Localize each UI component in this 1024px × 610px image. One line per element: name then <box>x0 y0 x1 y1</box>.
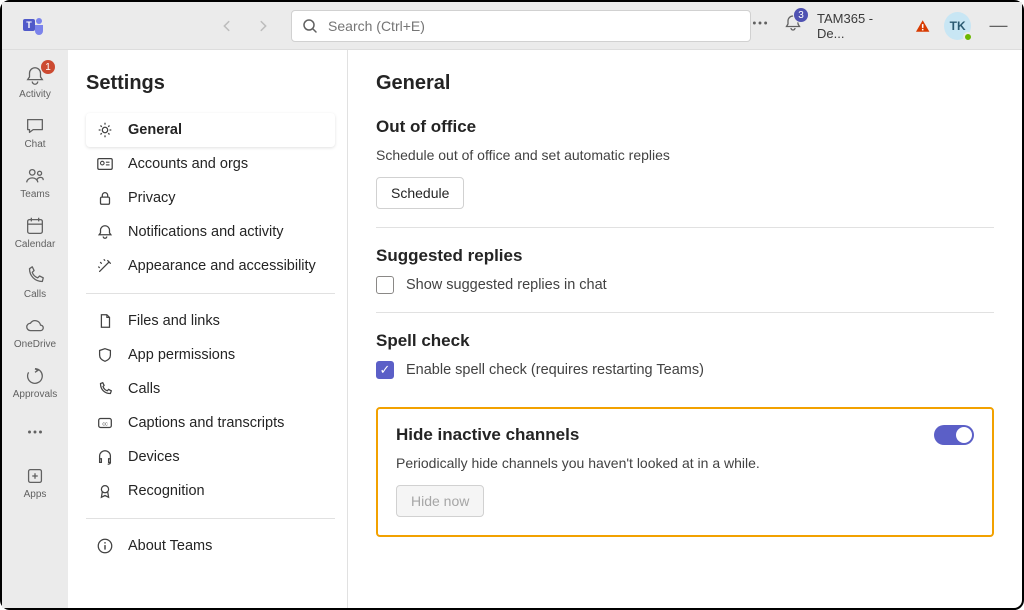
shield-icon <box>96 346 114 364</box>
nav-appearance[interactable]: Appearance and accessibility <box>86 249 335 283</box>
search-input[interactable] <box>328 18 740 34</box>
more-button[interactable] <box>751 14 769 37</box>
approvals-icon <box>24 365 46 387</box>
bell-icon <box>96 223 114 241</box>
nav-general[interactable]: General <box>86 113 335 147</box>
hide-desc: Periodically hide channels you haven't l… <box>396 455 974 471</box>
magic-wand-icon <box>96 257 114 275</box>
title-bar: T 3 TAM365 - De... TK — <box>2 2 1022 50</box>
warning-icon <box>915 18 930 34</box>
spell-checkbox-label: Enable spell check (requires restarting … <box>406 362 704 378</box>
nav-separator <box>86 293 335 294</box>
file-icon <box>96 312 114 330</box>
rail-activity[interactable]: 1 Activity <box>5 58 65 106</box>
hide-toggle[interactable] <box>934 425 974 445</box>
spell-checkbox[interactable]: ✓ <box>376 361 394 379</box>
profile-avatar[interactable]: TK <box>944 12 971 40</box>
header-right: 3 TAM365 - De... TK — <box>751 11 1012 41</box>
nav-recognition[interactable]: Recognition <box>86 474 335 508</box>
back-button[interactable] <box>213 12 241 40</box>
section-out-of-office: Out of office Schedule out of office and… <box>376 117 994 228</box>
minimize-button[interactable]: — <box>985 15 1012 36</box>
svg-text:T: T <box>26 20 32 30</box>
section-suggested-replies: Suggested replies Show suggested replies… <box>376 246 994 313</box>
more-horizontal-icon <box>24 421 46 443</box>
section-spell-check: Spell check ✓ Enable spell check (requir… <box>376 331 994 389</box>
nav-about[interactable]: About Teams <box>86 529 335 563</box>
rail-calendar[interactable]: Calendar <box>5 208 65 256</box>
chat-icon <box>24 115 46 137</box>
sugg-checkbox[interactable] <box>376 276 394 294</box>
history-nav <box>213 12 277 40</box>
search-icon <box>302 18 318 34</box>
rail-teams[interactable]: Teams <box>5 158 65 206</box>
activity-badge: 1 <box>41 60 55 74</box>
nav-privacy[interactable]: Privacy <box>86 181 335 215</box>
more-horizontal-icon <box>751 14 769 32</box>
hide-now-button[interactable]: Hide now <box>396 485 484 517</box>
search-box[interactable] <box>291 10 751 42</box>
settings-sidebar: Settings General Accounts and orgs Priva… <box>68 50 348 608</box>
people-icon <box>24 165 46 187</box>
ooo-title: Out of office <box>376 117 994 137</box>
chevron-left-icon <box>220 19 234 33</box>
rail-onedrive[interactable]: OneDrive <box>5 308 65 356</box>
teams-logo: T <box>12 14 53 38</box>
sugg-title: Suggested replies <box>376 246 994 266</box>
forward-button[interactable] <box>249 12 277 40</box>
id-card-icon <box>96 155 114 173</box>
phone-icon <box>24 265 46 287</box>
app-rail: 1 Activity Chat Teams Calendar Calls One… <box>2 50 68 608</box>
settings-content: General Out of office Schedule out of of… <box>348 50 1022 608</box>
nav-app-permissions[interactable]: App permissions <box>86 338 335 372</box>
notifications-badge: 3 <box>793 7 809 23</box>
cloud-icon <box>24 315 46 337</box>
lock-icon <box>96 189 114 207</box>
section-hide-inactive: Hide inactive channels Periodically hide… <box>376 407 994 537</box>
nav-separator <box>86 518 335 519</box>
schedule-button[interactable]: Schedule <box>376 177 464 209</box>
rail-apps[interactable]: Apps <box>5 458 65 506</box>
headset-icon <box>96 448 114 466</box>
nav-accounts[interactable]: Accounts and orgs <box>86 147 335 181</box>
page-title: General <box>376 72 994 95</box>
info-icon <box>96 537 114 555</box>
gear-icon <box>96 121 114 139</box>
sugg-checkbox-label: Show suggested replies in chat <box>406 277 607 293</box>
toggle-knob <box>956 427 972 443</box>
teams-icon: T <box>21 14 45 38</box>
tenant-label[interactable]: TAM365 - De... <box>817 11 901 41</box>
notifications-button[interactable]: 3 <box>783 13 803 38</box>
rail-approvals[interactable]: Approvals <box>5 358 65 406</box>
rail-more[interactable] <box>5 408 65 456</box>
avatar-initials: TK <box>950 19 966 33</box>
nav-notifications[interactable]: Notifications and activity <box>86 215 335 249</box>
settings-title: Settings <box>86 72 335 95</box>
ribbon-icon <box>96 482 114 500</box>
nav-calls[interactable]: Calls <box>86 372 335 406</box>
apps-add-icon <box>24 465 46 487</box>
rail-chat[interactable]: Chat <box>5 108 65 156</box>
spell-title: Spell check <box>376 331 994 351</box>
ooo-desc: Schedule out of office and set automatic… <box>376 147 994 163</box>
nav-devices[interactable]: Devices <box>86 440 335 474</box>
presence-indicator <box>963 32 973 42</box>
svg-text:cc: cc <box>102 421 108 427</box>
rail-calls[interactable]: Calls <box>5 258 65 306</box>
chevron-right-icon <box>256 19 270 33</box>
nav-captions[interactable]: cc Captions and transcripts <box>86 406 335 440</box>
captions-icon: cc <box>96 414 114 432</box>
hide-title: Hide inactive channels <box>396 425 579 445</box>
calendar-icon <box>24 215 46 237</box>
nav-files[interactable]: Files and links <box>86 304 335 338</box>
phone-icon <box>96 380 114 398</box>
